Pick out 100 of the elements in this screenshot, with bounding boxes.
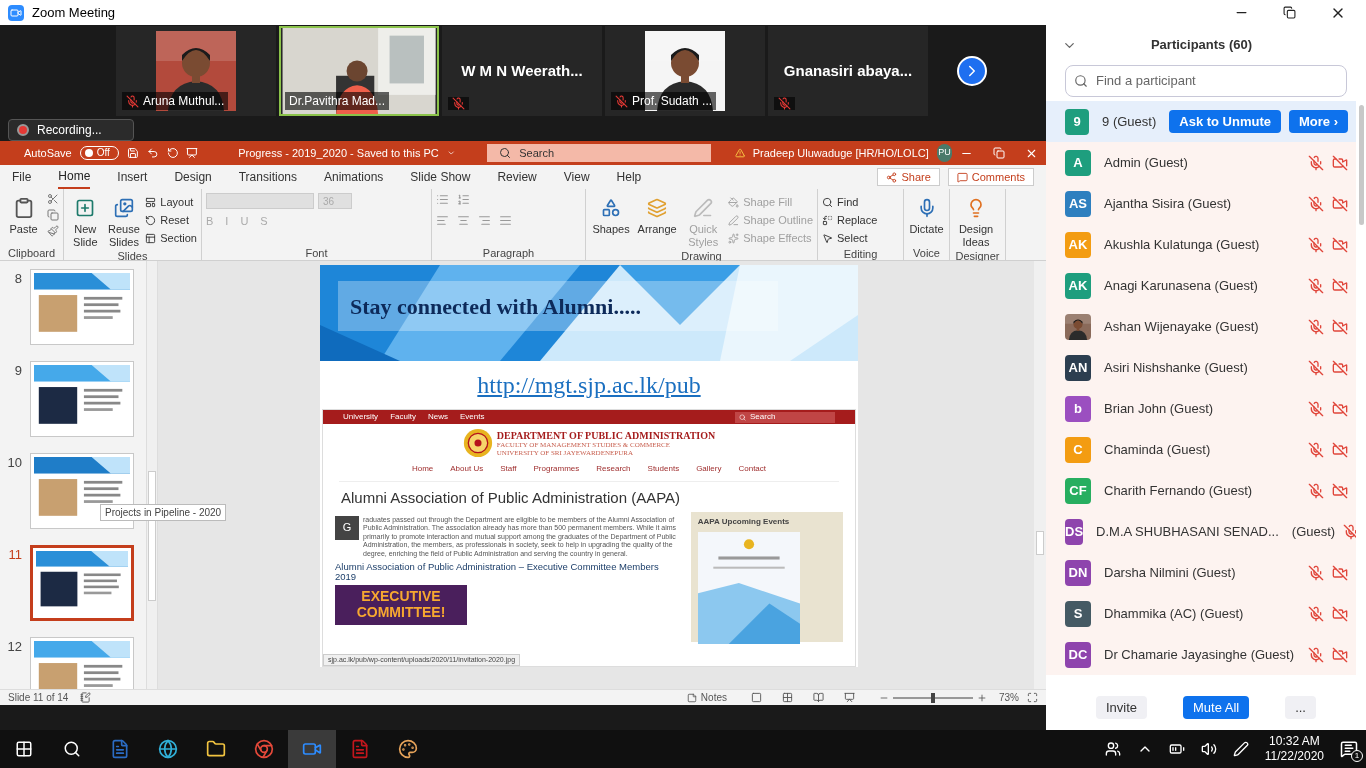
- site-menu-item[interactable]: Students: [647, 463, 680, 475]
- ribbon-button[interactable]: New Slide: [68, 193, 103, 249]
- participant-row[interactable]: A Admin (Guest): [1046, 142, 1356, 183]
- link[interactable]: http://mgt.sjp.ac.lk/pub: [477, 367, 701, 403]
- notes-button[interactable]: Notes: [686, 690, 727, 705]
- people-icon[interactable]: [1104, 741, 1121, 757]
- ribbon-button[interactable]: Select: [822, 229, 878, 247]
- video-tile[interactable]: Aruna Muthul...: [116, 26, 276, 116]
- site-link[interactable]: News: [427, 411, 448, 423]
- scrollbar-thumb[interactable]: [1358, 105, 1364, 225]
- bullets-icon[interactable]: [436, 193, 449, 206]
- ribbon-tab[interactable]: File: [12, 165, 32, 189]
- participant-row[interactable]: CF Charith Fernando (Guest): [1046, 470, 1356, 511]
- document-icon[interactable]: [110, 739, 130, 759]
- ribbon-tab[interactable]: Insert: [117, 165, 148, 189]
- browser-icon[interactable]: [254, 739, 274, 759]
- site-menu-item[interactable]: Staff: [500, 463, 517, 475]
- zoom-slider-thumb[interactable]: [931, 692, 935, 703]
- align-right-icon[interactable]: [478, 214, 491, 227]
- video-tile[interactable]: Prof. Sudath ...: [605, 26, 765, 116]
- ribbon-button[interactable]: Paste: [4, 193, 43, 236]
- globe-icon[interactable]: [158, 739, 178, 759]
- ribbon-button[interactable]: Reuse Slides: [106, 193, 142, 249]
- zoom-in-icon[interactable]: [977, 692, 987, 703]
- site-menu-item[interactable]: Research: [596, 463, 631, 475]
- participant-row[interactable]: AK Akushla Kulatunga (Guest): [1046, 224, 1356, 265]
- ribbon-button[interactable]: Arrange: [636, 193, 679, 236]
- ribbon-button[interactable]: Find: [822, 193, 878, 211]
- site-link[interactable]: Events: [459, 411, 485, 423]
- site-link[interactable]: Faculty: [390, 411, 416, 423]
- participant-row[interactable]: C Chaminda (Guest): [1046, 429, 1356, 470]
- windows-icon[interactable]: [15, 740, 33, 758]
- site-link[interactable]: University: [343, 411, 379, 423]
- presentation-icon[interactable]: [186, 146, 199, 160]
- ribbon-tab[interactable]: Animations: [324, 165, 384, 189]
- format-painter-icon[interactable]: [47, 225, 59, 237]
- notifications-icon[interactable]: [1340, 740, 1358, 758]
- video-tile[interactable]: Gnanasiri abaya...: [768, 26, 928, 116]
- invite-button[interactable]: Invite: [1096, 696, 1148, 719]
- participant-row[interactable]: AK Anagi Karunasena (Guest): [1046, 265, 1356, 306]
- slide-thumbnail[interactable]: [30, 545, 134, 621]
- search-box[interactable]: Search: [487, 144, 711, 162]
- more-button[interactable]: More ›: [1289, 110, 1348, 133]
- participant-row[interactable]: AN Asiri Nishshanke (Guest): [1046, 347, 1356, 388]
- video-tile[interactable]: Dr.Pavithra Mad...: [279, 26, 439, 116]
- scrollbar-thumb[interactable]: [1036, 531, 1044, 555]
- justify-icon[interactable]: [499, 214, 512, 227]
- ribbon-button[interactable]: Replace: [822, 211, 878, 229]
- site-menu-item[interactable]: About Us: [450, 463, 484, 475]
- ribbon-tab[interactable]: Transitions: [238, 165, 297, 189]
- participant-row[interactable]: DN Darsha Nilmini (Guest): [1046, 552, 1356, 593]
- participant-row[interactable]: DS D.M.A SHUBHASANI SENAD... (Guest): [1046, 511, 1356, 552]
- ribbon-button[interactable]: Dictate: [908, 193, 945, 236]
- reading-view-icon[interactable]: [813, 692, 824, 703]
- align-left-icon[interactable]: [436, 214, 449, 227]
- ribbon-tab[interactable]: Slide Show: [410, 165, 471, 189]
- save-icon[interactable]: [126, 146, 139, 160]
- restore-icon[interactable]: [1283, 6, 1296, 19]
- participant-row[interactable]: DC Dr Chamarie Jayasinghe (Guest): [1046, 634, 1356, 675]
- user-avatar[interactable]: PU: [936, 144, 952, 162]
- folder-icon[interactable]: [206, 739, 226, 759]
- cut-icon[interactable]: [47, 193, 59, 205]
- copy-icon[interactable]: [47, 209, 59, 221]
- clock-time[interactable]: 10:32 AM: [1269, 734, 1320, 749]
- redo-icon[interactable]: [166, 146, 179, 160]
- participant-row[interactable]: AS Ajantha Sisira (Guest): [1046, 183, 1356, 224]
- share-button[interactable]: Share: [877, 168, 940, 186]
- site-menu-item[interactable]: Contact: [738, 463, 767, 475]
- site-search-field[interactable]: Search: [735, 411, 835, 423]
- normal-view-icon[interactable]: [751, 692, 762, 703]
- site-menu-item[interactable]: Gallery: [696, 463, 722, 475]
- next-page-button[interactable]: [957, 56, 987, 86]
- clock-date[interactable]: 11/22/2020: [1264, 749, 1324, 764]
- undo-icon[interactable]: [146, 146, 159, 160]
- participant-search-field[interactable]: Find a participant: [1065, 65, 1347, 97]
- battery-icon[interactable]: [1168, 741, 1185, 757]
- ribbon-tab[interactable]: Design: [174, 165, 212, 189]
- pen-icon[interactable]: [1232, 741, 1249, 757]
- ribbon-tab[interactable]: Help: [616, 165, 642, 189]
- participant-row[interactable]: Ashan Wijenayake (Guest): [1046, 306, 1356, 347]
- video-tile[interactable]: W M N Weerath...: [442, 26, 602, 116]
- comments-button[interactable]: Comments: [947, 168, 1034, 186]
- document-icon[interactable]: [350, 739, 370, 759]
- fit-slide-icon[interactable]: [1027, 692, 1038, 703]
- mute-all-button[interactable]: Mute All: [1183, 696, 1250, 719]
- participant-row[interactable]: 9 9 (Guest) Ask to Unmute More ›: [1046, 101, 1356, 142]
- site-menu-item[interactable]: Programmes: [533, 463, 580, 475]
- search-icon[interactable]: [63, 740, 81, 758]
- dropdown-caret-icon[interactable]: [446, 148, 456, 158]
- ribbon-button[interactable]: Shapes: [590, 193, 633, 236]
- palette-icon[interactable]: [398, 739, 418, 759]
- participant-row[interactable]: S Dhammika (AC) (Guest): [1046, 593, 1356, 634]
- ribbon-button[interactable]: Reset: [145, 211, 197, 229]
- numbering-icon[interactable]: [457, 193, 470, 206]
- ribbon-button[interactable]: Layout: [145, 193, 197, 211]
- ribbon-button[interactable]: Section: [145, 229, 197, 247]
- ribbon-tab[interactable]: View: [563, 165, 590, 189]
- ribbon-button[interactable]: Design Ideas: [954, 193, 998, 249]
- speaker-icon[interactable]: [1200, 741, 1217, 757]
- slide-sorter-icon[interactable]: [782, 692, 793, 703]
